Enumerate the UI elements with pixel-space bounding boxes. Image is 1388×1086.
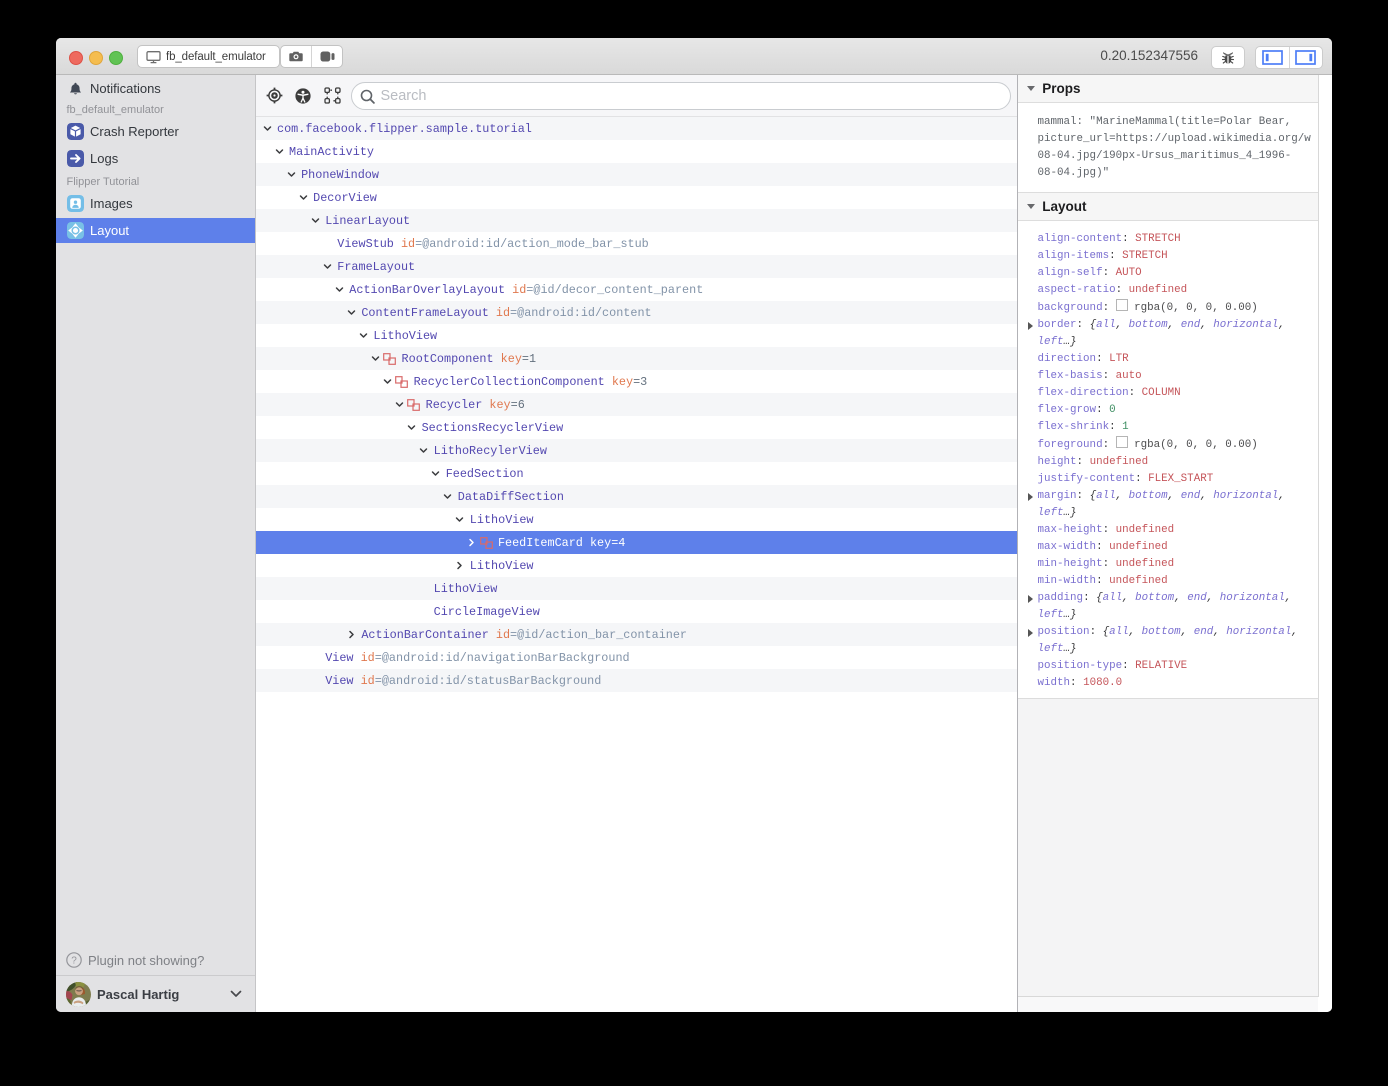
svg-text:?: ? [71, 955, 77, 966]
